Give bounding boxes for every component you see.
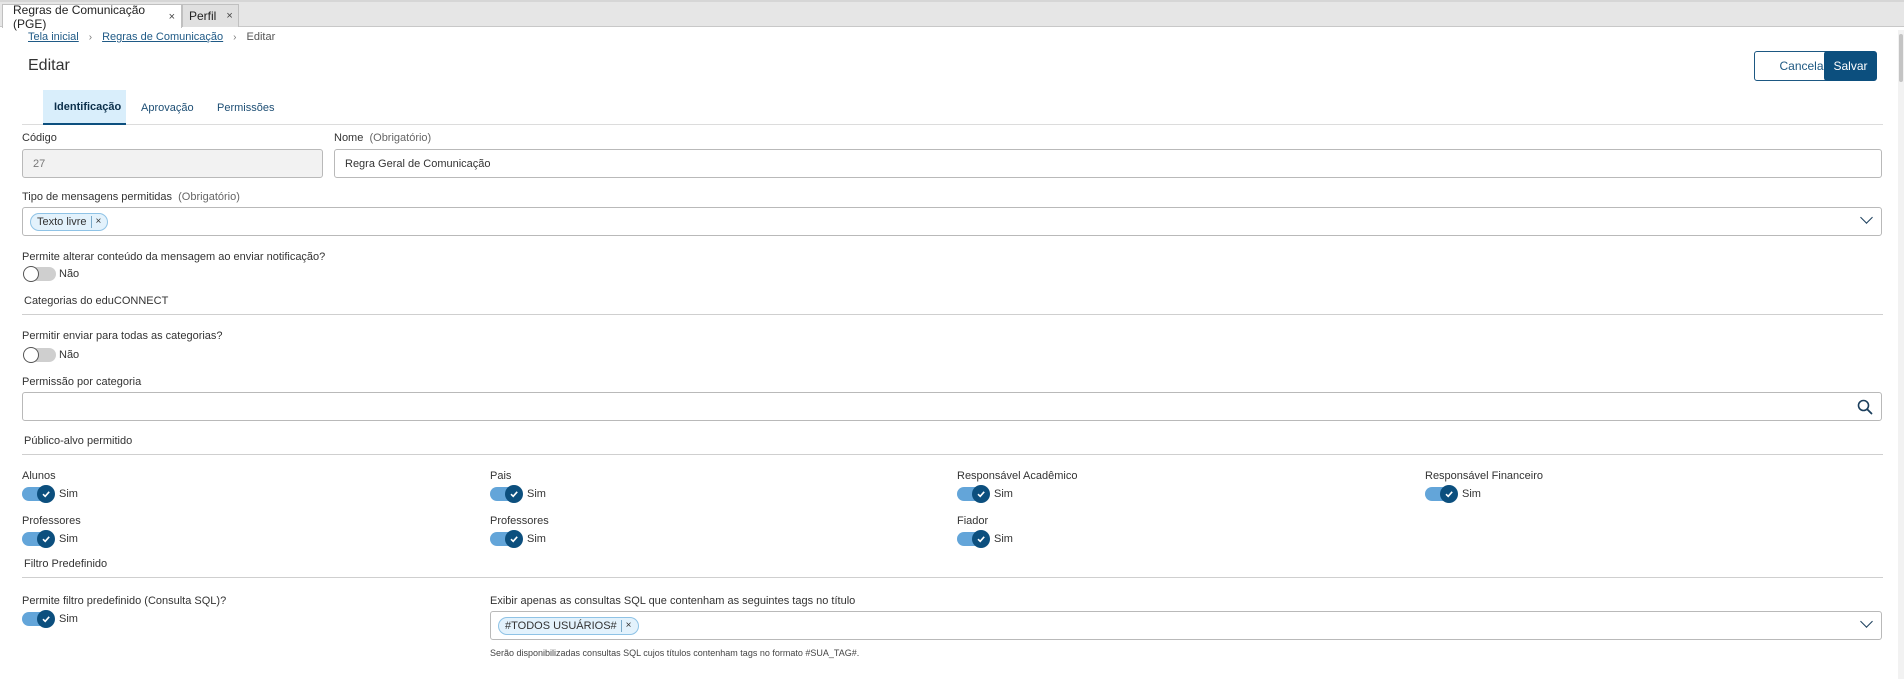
tab-permissoes[interactable]: Permissões bbox=[217, 90, 274, 125]
window-tab-strip: Regras de Comunicação (PGE) × Perfil × bbox=[0, 0, 1904, 31]
filtro-value: Sim bbox=[59, 613, 78, 625]
close-icon[interactable]: × bbox=[226, 10, 232, 22]
window-tab-regras[interactable]: Regras de Comunicação (PGE) × bbox=[2, 2, 182, 31]
publico-pais-value: Sim bbox=[527, 488, 546, 500]
check-icon bbox=[505, 530, 523, 548]
publico-fiador-label: Fiador bbox=[957, 515, 989, 527]
publico-resp-financeiro-toggle[interactable] bbox=[1425, 485, 1458, 503]
alterar-value: Não bbox=[59, 268, 80, 280]
publico-pais-toggle[interactable] bbox=[490, 485, 523, 503]
search-icon[interactable] bbox=[1857, 399, 1873, 415]
check-icon bbox=[972, 530, 990, 548]
todas-value: Não bbox=[59, 349, 80, 361]
breadcrumb: Tela inicial › Regras de Comunicação › E… bbox=[28, 31, 275, 43]
toggle-knob bbox=[23, 266, 39, 282]
section-filtro: Filtro Predefinido bbox=[22, 558, 1883, 578]
publico-alunos-toggle[interactable] bbox=[22, 485, 55, 503]
tipo-label: Tipo de mensagens permitidas (Obrigatóri… bbox=[22, 191, 240, 203]
check-icon bbox=[1440, 485, 1458, 503]
tags-multiselect[interactable]: #TODOS USUÁRIOS# × bbox=[490, 611, 1882, 640]
publico-resp-academico-toggle[interactable] bbox=[957, 485, 990, 503]
save-button[interactable]: Salvar bbox=[1824, 51, 1877, 81]
publico-resp-academico-value: Sim bbox=[994, 488, 1013, 500]
tab-identificacao[interactable]: Identificação bbox=[43, 90, 126, 125]
publico-resp-academico-label: Responsável Acadêmico bbox=[957, 470, 1078, 482]
breadcrumb-parent-link[interactable]: Regras de Comunicação bbox=[102, 31, 223, 43]
tipo-chip[interactable]: Texto livre × bbox=[30, 212, 109, 231]
publico-professores-2-value: Sim bbox=[527, 533, 546, 545]
section-publico: Público-alvo permitido bbox=[22, 435, 1883, 455]
check-icon bbox=[505, 485, 523, 503]
breadcrumb-current: Editar bbox=[246, 31, 276, 43]
chip-divider bbox=[620, 619, 622, 632]
publico-resp-financeiro-label: Responsável Financeiro bbox=[1425, 470, 1544, 482]
scrollbar-thumb[interactable] bbox=[1899, 34, 1903, 82]
publico-fiador-value: Sim bbox=[994, 533, 1013, 545]
tipo-multiselect[interactable]: Texto livre × bbox=[22, 207, 1882, 236]
publico-pais-label: Pais bbox=[490, 470, 512, 482]
permissao-label: Permissão por categoria bbox=[22, 376, 142, 388]
permissao-search-field[interactable] bbox=[22, 392, 1882, 421]
codigo-label: Código bbox=[22, 132, 57, 144]
publico-alunos-value: Sim bbox=[59, 488, 78, 500]
check-icon bbox=[37, 530, 55, 548]
publico-fiador-toggle[interactable] bbox=[957, 530, 990, 548]
tipo-chip-label: Texto livre bbox=[37, 215, 87, 228]
tags-hint: Serão disponibilizadas consultas SQL cuj… bbox=[490, 648, 860, 658]
page-title: Editar bbox=[28, 57, 70, 74]
filtro-label: Permite filtro predefinido (Consulta SQL… bbox=[22, 595, 227, 607]
tags-label: Exibir apenas as consultas SQL que conte… bbox=[490, 595, 856, 607]
tab-strip-top-line bbox=[0, 0, 1904, 2]
todas-toggle[interactable] bbox=[23, 347, 56, 363]
tipo-label-text: Tipo de mensagens permitidas bbox=[22, 191, 173, 203]
alterar-label: Permite alterar conteúdo da mensagem ao … bbox=[22, 251, 326, 263]
publico-professores-value: Sim bbox=[59, 533, 78, 545]
publico-professores-label: Professores bbox=[22, 515, 81, 527]
chip-remove-icon[interactable]: × bbox=[626, 620, 632, 631]
chevron-right-icon: › bbox=[88, 31, 93, 43]
tab-aprovacao[interactable]: Aprovação bbox=[141, 90, 194, 125]
chevron-down-icon[interactable] bbox=[1860, 211, 1873, 224]
tags-chip[interactable]: #TODOS USUÁRIOS# × bbox=[498, 616, 639, 635]
check-icon bbox=[972, 485, 990, 503]
nome-label-text: Nome bbox=[334, 132, 364, 144]
nome-label: Nome (Obrigatório) bbox=[334, 132, 431, 144]
check-icon bbox=[37, 610, 55, 628]
todas-label: Permitir enviar para todas as categorias… bbox=[22, 330, 223, 342]
filtro-toggle[interactable] bbox=[22, 610, 55, 628]
publico-professores-2-toggle[interactable] bbox=[490, 530, 523, 548]
tags-chip-label: #TODOS USUÁRIOS# bbox=[505, 619, 617, 632]
breadcrumb-home-link[interactable]: Tela inicial bbox=[28, 31, 79, 43]
window-tab-label: Perfil bbox=[189, 9, 217, 23]
chip-divider bbox=[90, 215, 92, 228]
nome-field[interactable]: Regra Geral de Comunicação bbox=[334, 149, 1882, 178]
codigo-field: 27 bbox=[22, 149, 323, 178]
toggle-knob bbox=[23, 347, 39, 363]
scrollbar-track[interactable] bbox=[1898, 30, 1904, 679]
publico-alunos-label: Alunos bbox=[22, 470, 56, 482]
chip-remove-icon[interactable]: × bbox=[96, 216, 102, 227]
chevron-right-icon: › bbox=[233, 31, 237, 43]
publico-professores-toggle[interactable] bbox=[22, 530, 55, 548]
publico-resp-financeiro-value: Sim bbox=[1462, 488, 1481, 500]
publico-professores-2-label: Professores bbox=[490, 515, 549, 527]
section-categorias: Categorias do eduCONNECT bbox=[22, 295, 1883, 315]
check-icon bbox=[37, 485, 55, 503]
close-icon[interactable]: × bbox=[169, 11, 175, 23]
form-tabs: Identificação Aprovação Permissões bbox=[22, 90, 1883, 125]
window-tab-perfil[interactable]: Perfil × bbox=[182, 4, 239, 27]
alterar-toggle[interactable] bbox=[23, 266, 56, 282]
nome-required-text: (Obrigatório) bbox=[369, 132, 432, 144]
chevron-down-icon[interactable] bbox=[1860, 615, 1873, 628]
window-tab-label: Regras de Comunicação (PGE) bbox=[13, 2, 146, 31]
tipo-required-text: (Obrigatório) bbox=[178, 191, 240, 203]
